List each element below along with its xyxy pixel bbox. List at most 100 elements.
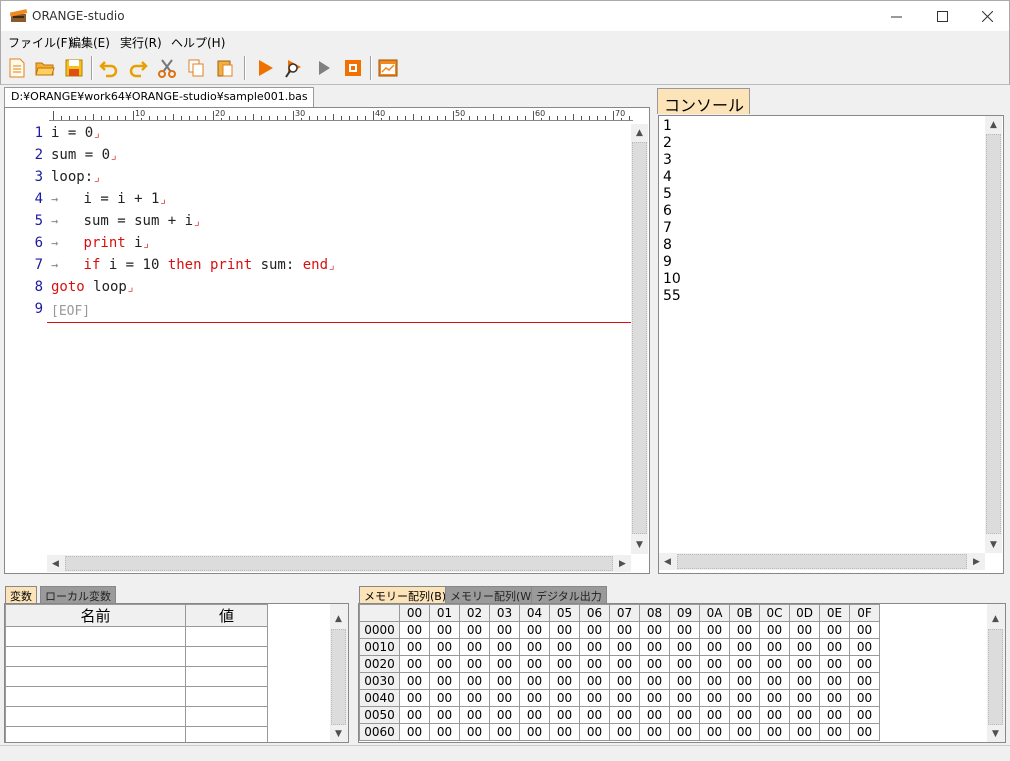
console-horizontal-scrollbar[interactable]: ◀ ▶ <box>659 553 985 570</box>
tab-local-variables[interactable]: ローカル変数 <box>40 586 116 603</box>
redo-button[interactable] <box>126 56 150 80</box>
variable-name-cell[interactable] <box>5 726 186 742</box>
memory-cell[interactable]: 00 <box>399 672 430 690</box>
save-button[interactable] <box>62 56 86 80</box>
memory-cell[interactable]: 00 <box>729 638 760 656</box>
minimize-button[interactable] <box>873 1 919 31</box>
memory-cell[interactable]: 00 <box>669 706 700 724</box>
memory-cell[interactable]: 00 <box>789 638 820 656</box>
editor-file-tab[interactable]: D:¥ORANGE¥work64¥ORANGE-studio¥sample001… <box>4 87 314 107</box>
memory-cell[interactable]: 00 <box>399 689 430 707</box>
memory-cell[interactable]: 00 <box>579 706 610 724</box>
memory-vertical-scrollbar[interactable]: ▲ ▼ <box>987 604 1005 742</box>
memory-cell[interactable]: 00 <box>819 638 850 656</box>
memory-cell[interactable]: 00 <box>639 706 670 724</box>
editor-vertical-scrollbar[interactable]: ▲ ▼ <box>631 124 648 554</box>
memory-cell[interactable]: 00 <box>759 723 790 741</box>
cut-button[interactable] <box>155 56 179 80</box>
memory-cell[interactable]: 00 <box>759 706 790 724</box>
scroll-up-icon[interactable]: ▲ <box>330 610 347 627</box>
memory-cell[interactable]: 00 <box>519 621 550 639</box>
memory-cell[interactable]: 00 <box>849 689 880 707</box>
memory-cell[interactable]: 00 <box>399 655 430 673</box>
variables-vertical-scrollbar[interactable]: ▲ ▼ <box>330 604 348 742</box>
scroll-up-icon[interactable]: ▲ <box>631 124 648 141</box>
memory-cell[interactable]: 00 <box>429 655 460 673</box>
memory-cell[interactable]: 00 <box>789 706 820 724</box>
new-file-button[interactable] <box>5 56 29 80</box>
memory-cell[interactable]: 00 <box>549 655 580 673</box>
memory-cell[interactable]: 00 <box>699 723 730 741</box>
memory-cell[interactable]: 00 <box>459 621 490 639</box>
memory-cell[interactable]: 00 <box>729 655 760 673</box>
variable-value-cell[interactable] <box>185 726 268 742</box>
memory-cell[interactable]: 00 <box>669 621 700 639</box>
memory-cell[interactable]: 00 <box>699 672 730 690</box>
memory-cell[interactable]: 00 <box>729 689 760 707</box>
memory-cell[interactable]: 00 <box>639 672 670 690</box>
memory-cell[interactable]: 00 <box>729 706 760 724</box>
stop-button[interactable] <box>341 56 365 80</box>
memory-cell[interactable]: 00 <box>669 655 700 673</box>
memory-cell[interactable]: 00 <box>429 621 460 639</box>
variable-value-cell[interactable] <box>185 646 268 667</box>
memory-cell[interactable]: 00 <box>399 621 430 639</box>
tab-digital-output[interactable]: デジタル出力 <box>531 586 607 603</box>
memory-cell[interactable]: 00 <box>789 672 820 690</box>
memory-cell[interactable]: 00 <box>519 689 550 707</box>
variable-value-cell[interactable] <box>185 686 268 707</box>
memory-cell[interactable]: 00 <box>849 655 880 673</box>
memory-cell[interactable]: 00 <box>399 723 430 741</box>
paste-button[interactable] <box>213 56 237 80</box>
memory-cell[interactable]: 00 <box>849 638 880 656</box>
memory-cell[interactable]: 00 <box>579 621 610 639</box>
memory-cell[interactable]: 00 <box>699 706 730 724</box>
scroll-thumb[interactable] <box>988 629 1003 725</box>
memory-cell[interactable]: 00 <box>459 638 490 656</box>
graphics-window-button[interactable] <box>376 56 400 80</box>
memory-cell[interactable]: 00 <box>639 621 670 639</box>
tab-variables[interactable]: 変数 <box>5 586 37 603</box>
scroll-thumb[interactable] <box>632 142 647 534</box>
tab-memory-array-w[interactable]: メモリー配列(W) <box>445 586 541 603</box>
memory-cell[interactable]: 00 <box>609 638 640 656</box>
menu-file[interactable]: ファイル(F) <box>8 34 72 51</box>
scroll-right-icon[interactable]: ▶ <box>968 553 985 570</box>
memory-cell[interactable]: 00 <box>519 672 550 690</box>
memory-cell[interactable]: 00 <box>519 706 550 724</box>
memory-grid[interactable]: 00 01 02 03 04 05 06 07 08 09 0A 0B 0C 0D 0E 0F 0000 00 0… <box>358 603 1006 743</box>
memory-cell[interactable]: 00 <box>489 638 520 656</box>
scroll-thumb[interactable] <box>677 554 967 569</box>
scroll-thumb[interactable] <box>331 629 346 725</box>
memory-cell[interactable]: 00 <box>549 638 580 656</box>
memory-cell[interactable]: 00 <box>639 723 670 741</box>
memory-cell[interactable]: 00 <box>609 672 640 690</box>
memory-cell[interactable]: 00 <box>789 723 820 741</box>
console-vertical-scrollbar[interactable]: ▲ ▼ <box>985 116 1002 553</box>
column-header-value[interactable]: 値 <box>185 604 268 627</box>
memory-cell[interactable]: 00 <box>459 706 490 724</box>
memory-cell[interactable]: 00 <box>549 689 580 707</box>
step-button[interactable] <box>312 56 336 80</box>
memory-cell[interactable]: 00 <box>609 723 640 741</box>
memory-cell[interactable]: 00 <box>849 706 880 724</box>
memory-cell[interactable]: 00 <box>759 689 790 707</box>
memory-cell[interactable]: 00 <box>669 723 700 741</box>
memory-cell[interactable]: 00 <box>729 672 760 690</box>
editor-horizontal-scrollbar[interactable]: ◀ ▶ <box>47 555 631 572</box>
memory-cell[interactable]: 00 <box>849 621 880 639</box>
memory-cell[interactable]: 00 <box>609 655 640 673</box>
memory-cell[interactable]: 00 <box>699 655 730 673</box>
scroll-left-icon[interactable]: ◀ <box>659 553 676 570</box>
memory-cell[interactable]: 00 <box>489 672 520 690</box>
memory-cell[interactable]: 00 <box>849 672 880 690</box>
memory-cell[interactable]: 00 <box>669 672 700 690</box>
memory-cell[interactable]: 00 <box>489 655 520 673</box>
memory-cell[interactable]: 00 <box>729 723 760 741</box>
memory-cell[interactable]: 00 <box>429 706 460 724</box>
undo-button[interactable] <box>97 56 121 80</box>
variable-name-cell[interactable] <box>5 626 186 647</box>
memory-cell[interactable]: 00 <box>789 655 820 673</box>
variable-name-cell[interactable] <box>5 646 186 667</box>
memory-cell[interactable]: 00 <box>429 723 460 741</box>
